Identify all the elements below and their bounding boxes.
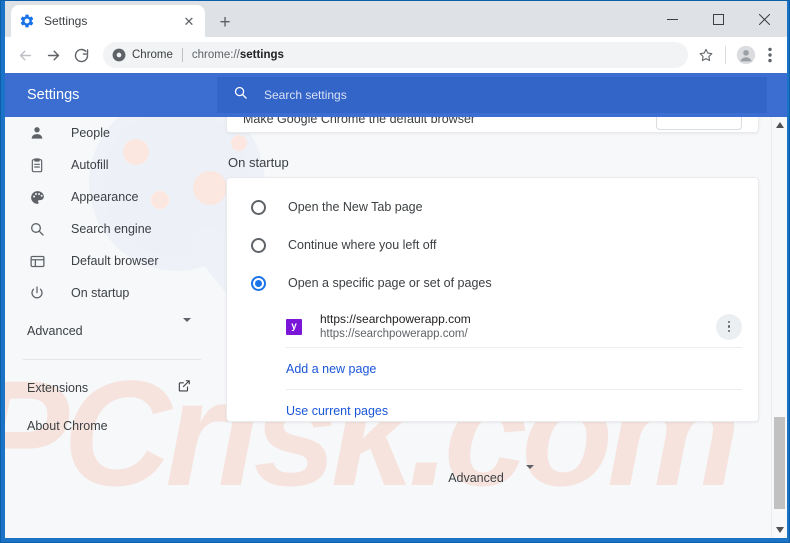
settings-main: Make Google Chrome the default browser O…	[211, 117, 771, 538]
site-favicon: y	[286, 318, 302, 335]
sidebar-item-advanced[interactable]: Advanced	[5, 315, 211, 347]
favicon-letter: y	[291, 320, 297, 332]
sidebar-item-people[interactable]: People	[5, 117, 211, 149]
back-arrow-icon[interactable]	[11, 41, 39, 69]
sidebar-item-label: Extensions	[27, 381, 89, 395]
startup-option-continue[interactable]: Continue where you left off	[227, 226, 758, 264]
use-current-pages-label: Use current pages	[286, 404, 389, 418]
default-browser-label: Make Google Chrome the default browser	[243, 117, 476, 126]
forward-arrow-icon[interactable]	[39, 41, 67, 69]
three-dot-menu-icon[interactable]	[759, 42, 781, 68]
chevron-down-icon	[183, 318, 191, 340]
url-path: settings	[239, 49, 284, 61]
sidebar-item-appearance[interactable]: Appearance	[5, 181, 211, 213]
chrome-logo-icon	[112, 48, 126, 62]
sidebar-item-extensions[interactable]: Extensions	[5, 372, 211, 404]
sidebar-item-autofill[interactable]: Autofill	[5, 149, 211, 181]
sidebar-item-label: On startup	[71, 286, 130, 300]
site-chip: Chrome	[112, 48, 173, 62]
startup-page-url: https://searchpowerapp.com/	[320, 327, 468, 340]
advanced-footer-button[interactable]: Advanced	[211, 465, 771, 487]
reload-icon[interactable]	[67, 41, 95, 69]
person-icon	[27, 123, 47, 143]
new-tab-button[interactable]: +	[213, 10, 237, 34]
close-icon[interactable]: ✕	[181, 13, 197, 29]
external-link-icon	[177, 379, 191, 398]
settings-sidebar: People Autofill Appearance Search engine…	[5, 117, 211, 538]
caret-up-icon[interactable]	[772, 117, 787, 133]
settings-page: PCrisk.com People Autofill Appearance Se…	[5, 117, 787, 538]
on-startup-card: Open the New Tab page Continue where you…	[226, 177, 759, 422]
close-icon[interactable]	[741, 1, 787, 37]
clipboard-icon	[27, 155, 47, 175]
search-placeholder: Search settings	[264, 88, 347, 102]
radio-button-selected[interactable]	[251, 275, 266, 291]
startup-option-new-tab[interactable]: Open the New Tab page	[227, 188, 758, 226]
sidebar-item-label: People	[71, 126, 110, 140]
tab-strip: Settings ✕ +	[5, 1, 787, 37]
search-icon	[233, 85, 248, 105]
url-prefix: chrome://	[191, 49, 240, 61]
sidebar-item-about-chrome[interactable]: About Chrome	[5, 410, 211, 442]
three-dot-menu-icon[interactable]	[716, 313, 742, 340]
radio-button[interactable]	[251, 199, 266, 215]
sidebar-item-search-engine[interactable]: Search engine	[5, 213, 211, 245]
sidebar-item-label: Default browser	[71, 254, 159, 268]
browser-window: Settings ✕ + Chrome chrome://settings Se…	[0, 0, 790, 543]
radio-button[interactable]	[251, 237, 266, 253]
settings-header: Settings Search settings	[5, 73, 787, 117]
add-new-page-link[interactable]: Add a new page	[286, 348, 742, 390]
vertical-scrollbar[interactable]	[771, 117, 787, 538]
maximize-icon[interactable]	[695, 1, 741, 37]
sidebar-advanced-label: Advanced	[27, 324, 83, 338]
add-new-page-label: Add a new page	[286, 361, 377, 376]
startup-option-label: Continue where you left off	[288, 238, 437, 252]
avatar-icon[interactable]	[733, 42, 759, 68]
section-heading-on-startup: On startup	[228, 155, 289, 170]
sidebar-item-label: Search engine	[71, 222, 152, 236]
caret-down-icon[interactable]	[772, 522, 787, 538]
startup-page-title: https://searchpowerapp.com	[320, 311, 471, 326]
chip-separator	[181, 48, 183, 62]
page-title: Settings	[27, 87, 80, 103]
startup-page-row: y https://searchpowerapp.com https://sea…	[286, 306, 742, 348]
address-bar-url: chrome://settings	[192, 49, 284, 61]
gear-icon	[19, 13, 35, 29]
site-chip-label: Chrome	[132, 49, 173, 61]
address-bar[interactable]: Chrome chrome://settings	[103, 42, 688, 68]
tab-title: Settings	[44, 14, 88, 28]
window-controls	[649, 1, 787, 37]
startup-option-label: Open a specific page or set of pages	[288, 276, 492, 290]
sidebar-item-label: Autofill	[71, 158, 109, 172]
sidebar-item-label: About Chrome	[27, 419, 108, 433]
star-icon[interactable]	[694, 43, 718, 67]
sidebar-item-label: Appearance	[71, 190, 139, 204]
search-icon	[27, 219, 47, 239]
browser-window-icon	[27, 251, 47, 271]
startup-option-specific-pages[interactable]: Open a specific page or set of pages	[227, 264, 758, 302]
sidebar-item-on-startup[interactable]: On startup	[5, 277, 211, 309]
sidebar-divider	[23, 359, 201, 360]
use-current-pages-link[interactable]: Use current pages	[286, 390, 742, 432]
browser-toolbar: Chrome chrome://settings	[5, 37, 787, 73]
minimize-icon[interactable]	[649, 1, 695, 37]
search-input[interactable]: Search settings	[217, 77, 767, 113]
sidebar-item-default-browser[interactable]: Default browser	[5, 245, 211, 277]
advanced-footer-label: Advanced	[448, 471, 504, 485]
palette-icon	[27, 187, 47, 207]
scrollbar-thumb[interactable]	[774, 417, 785, 509]
startup-option-label: Open the New Tab page	[288, 200, 423, 214]
default-browser-card: Make Google Chrome the default browser	[226, 117, 759, 133]
tab-settings[interactable]: Settings ✕	[11, 5, 205, 37]
toolbar-separator	[725, 46, 726, 64]
chevron-down-icon	[525, 465, 534, 487]
power-icon	[27, 283, 47, 303]
make-default-button[interactable]	[656, 117, 742, 130]
